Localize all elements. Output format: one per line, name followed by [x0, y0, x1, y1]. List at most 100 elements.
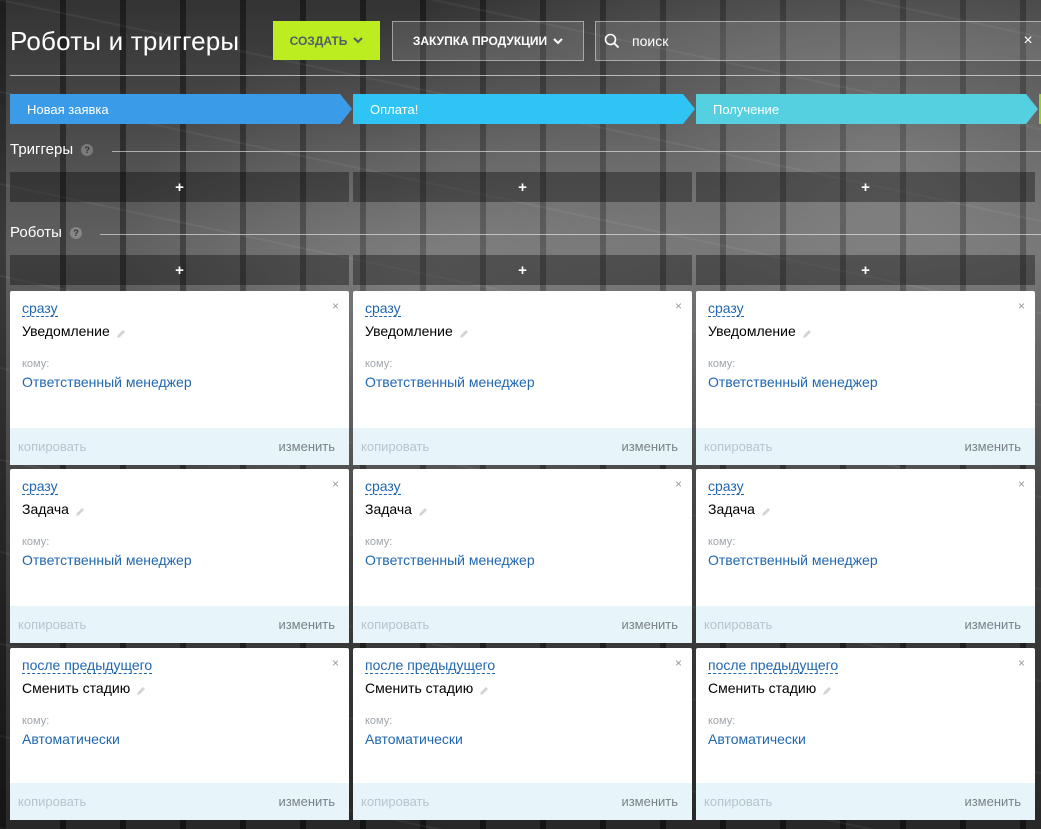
edit-link[interactable]: изменить [278, 794, 335, 809]
category-select-label: ЗАКУПКА ПРОДУКЦИИ [412, 34, 548, 48]
robot-recipient-label: кому: [22, 715, 50, 727]
edit-link[interactable]: изменить [964, 617, 1021, 632]
robot-type-label: Задача [365, 501, 412, 517]
copy-link[interactable]: копировать [361, 617, 429, 632]
triggers-title: Триггеры ? [10, 141, 94, 158]
create-button[interactable]: СОЗДАТЬ [273, 21, 380, 60]
robot-type: Задача [22, 501, 85, 517]
robot-card[interactable]: сразу × Уведомление кому: Ответственный мене… [353, 291, 692, 465]
pencil-icon[interactable] [136, 683, 146, 695]
add-robot-button[interactable]: + [353, 255, 692, 285]
robot-recipient-label: кому: [708, 358, 736, 370]
robot-card[interactable]: после предыдущего × Сменить стадию кому: Авт… [10, 648, 349, 820]
pencil-icon[interactable] [761, 504, 771, 516]
robot-delay-link[interactable]: сразу [365, 478, 401, 495]
robots-divider [100, 234, 1041, 235]
robot-delay-link[interactable]: после предыдущего [365, 657, 496, 674]
stage-payment[interactable]: Оплата! [353, 94, 695, 124]
robot-card-footer: копировать изменить [696, 606, 1035, 643]
robot-delay-link[interactable]: сразу [708, 478, 744, 495]
robot-recipient-link[interactable]: Ответственный менеджер [365, 374, 535, 390]
close-icon[interactable]: × [1018, 299, 1025, 313]
edit-link[interactable]: изменить [621, 617, 678, 632]
close-icon[interactable]: × [1018, 656, 1025, 670]
add-robot-button[interactable]: + [696, 255, 1035, 285]
robot-recipient-label: кому: [22, 358, 50, 370]
robot-card[interactable]: сразу × Задача кому: Ответственный менеджер к… [10, 469, 349, 643]
help-icon[interactable]: ? [69, 226, 82, 239]
robot-delay-link[interactable]: сразу [22, 300, 58, 317]
help-icon[interactable]: ? [81, 143, 94, 156]
robot-card[interactable]: сразу × Задача кому: Ответственный менеджер к… [696, 469, 1035, 643]
search-input[interactable] [628, 33, 1015, 49]
robot-type: Сменить стадию [708, 680, 832, 696]
copy-link[interactable]: копировать [704, 439, 772, 454]
robot-type-label: Уведомление [365, 323, 453, 339]
robot-recipient-link[interactable]: Автоматически [22, 731, 120, 747]
pencil-icon[interactable] [116, 326, 126, 338]
robot-recipient-label: кому: [365, 358, 393, 370]
robot-card[interactable]: сразу × Уведомление кому: Ответственный мене… [696, 291, 1035, 465]
edit-link[interactable]: изменить [278, 439, 335, 454]
copy-link[interactable]: копировать [18, 617, 86, 632]
robot-card[interactable]: после предыдущего × Сменить стадию кому: Авт… [696, 648, 1035, 820]
robot-type-label: Сменить стадию [365, 680, 474, 696]
robot-card[interactable]: сразу × Уведомление кому: Ответственный мене… [10, 291, 349, 465]
robot-delay-link[interactable]: после предыдущего [708, 657, 839, 674]
robot-recipient-link[interactable]: Ответственный менеджер [365, 552, 535, 568]
robot-recipient-link[interactable]: Автоматически [708, 731, 806, 747]
pencil-icon[interactable] [479, 683, 489, 695]
robot-card[interactable]: после предыдущего × Сменить стадию кому: Авт… [353, 648, 692, 820]
stage-label: Получение [713, 101, 780, 117]
pencil-icon[interactable] [75, 504, 85, 516]
close-icon[interactable]: × [675, 656, 682, 670]
search-icon[interactable] [596, 22, 628, 60]
pencil-icon[interactable] [459, 326, 469, 338]
edit-link[interactable]: изменить [278, 617, 335, 632]
robot-delay-link[interactable]: сразу [365, 300, 401, 317]
stage-receipt[interactable]: Получение [696, 94, 1038, 124]
pencil-icon[interactable] [802, 326, 812, 338]
add-robot-button[interactable]: + [10, 255, 349, 285]
close-icon[interactable]: × [1015, 32, 1041, 50]
robot-delay-link[interactable]: после предыдущего [22, 657, 153, 674]
copy-link[interactable]: копировать [18, 794, 86, 809]
add-trigger-button[interactable]: + [353, 172, 692, 202]
close-icon[interactable]: × [1018, 477, 1025, 491]
stage-arrow [1026, 94, 1038, 124]
edit-link[interactable]: изменить [964, 439, 1021, 454]
close-icon[interactable]: × [675, 477, 682, 491]
header: Роботы и триггеры СОЗДАТЬ ЗАКУПКА ПРОДУК… [0, 0, 1041, 76]
add-trigger-button[interactable]: + [10, 172, 349, 202]
close-icon[interactable]: × [332, 656, 339, 670]
add-trigger-button[interactable]: + [696, 172, 1035, 202]
robot-recipient-link[interactable]: Ответственный менеджер [22, 552, 192, 568]
robot-recipient-link[interactable]: Ответственный менеджер [708, 552, 878, 568]
robot-card-footer: копировать изменить [696, 428, 1035, 465]
pencil-icon[interactable] [822, 683, 832, 695]
close-icon[interactable]: × [675, 299, 682, 313]
copy-link[interactable]: копировать [704, 617, 772, 632]
copy-link[interactable]: копировать [361, 439, 429, 454]
close-icon[interactable]: × [332, 477, 339, 491]
triggers-divider [112, 151, 1041, 152]
stage-new-request[interactable]: Новая заявка [10, 94, 352, 124]
close-icon[interactable]: × [332, 299, 339, 313]
robot-recipient-link[interactable]: Ответственный менеджер [708, 374, 878, 390]
pencil-icon[interactable] [418, 504, 428, 516]
copy-link[interactable]: копировать [361, 794, 429, 809]
robot-recipient-link[interactable]: Ответственный менеджер [22, 374, 192, 390]
robot-card[interactable]: сразу × Задача кому: Ответственный менеджер к… [353, 469, 692, 643]
edit-link[interactable]: изменить [964, 794, 1021, 809]
category-select[interactable]: ЗАКУПКА ПРОДУКЦИИ [392, 21, 584, 61]
edit-link[interactable]: изменить [621, 794, 678, 809]
robot-delay-link[interactable]: сразу [22, 478, 58, 495]
robot-type: Уведомление [365, 323, 469, 339]
robot-recipient-link[interactable]: Автоматически [365, 731, 463, 747]
edit-link[interactable]: изменить [621, 439, 678, 454]
copy-link[interactable]: копировать [18, 439, 86, 454]
copy-link[interactable]: копировать [704, 794, 772, 809]
robot-delay-link[interactable]: сразу [708, 300, 744, 317]
stage-arrow [683, 94, 695, 124]
robot-type-label: Задача [708, 501, 755, 517]
